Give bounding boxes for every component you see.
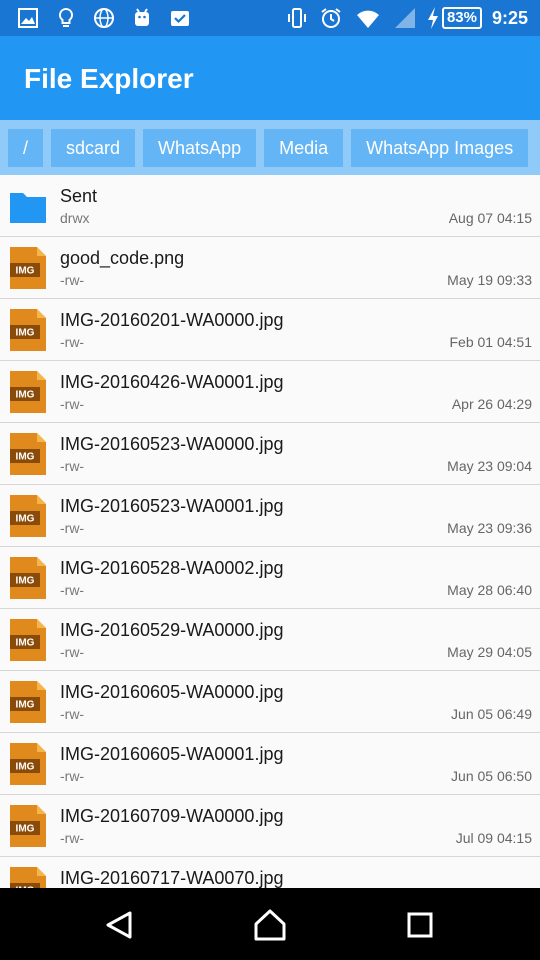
- file-date: Aug 07 04:15: [448, 210, 532, 226]
- file-date: May 23 09:36: [447, 520, 532, 536]
- wifi-icon: [356, 10, 379, 28]
- file-icon-label: IMG: [16, 328, 35, 339]
- image-file-icon: IMG: [10, 743, 46, 785]
- file-date: May 28 06:40: [447, 582, 532, 598]
- file-name: IMG-20160605-WA0001.jpg: [60, 744, 284, 764]
- file-name: IMG-20160426-WA0001.jpg: [60, 372, 284, 392]
- list-item[interactable]: IMG IMG-20160523-WA0000.jpg -rw- May 23 …: [0, 423, 540, 485]
- battery-indicator: 83%: [427, 6, 482, 30]
- list-item[interactable]: IMG IMG-20160605-WA0000.jpg -rw- Jun 05 …: [0, 671, 540, 733]
- file-permissions: -rw-: [60, 458, 85, 474]
- breadcrumb-media[interactable]: Media: [264, 128, 344, 167]
- file-date: Jun 05 06:49: [451, 706, 532, 722]
- file-icon-label: IMG: [16, 700, 35, 711]
- file-date: Feb 01 04:51: [449, 334, 532, 350]
- image-file-icon: IMG: [10, 867, 46, 888]
- breadcrumb: / sdcard WhatsApp Media WhatsApp Images: [0, 120, 540, 175]
- alarm-icon: [321, 8, 341, 28]
- tasks-icon: [171, 11, 189, 26]
- file-permissions: drwx: [60, 210, 90, 226]
- file-name: IMG-20160201-WA0000.jpg: [60, 310, 284, 330]
- navigation-bar: [0, 888, 540, 960]
- file-icon-label: IMG: [16, 576, 35, 587]
- app-title: File Explorer: [24, 63, 194, 94]
- recents-icon[interactable]: [403, 908, 437, 942]
- breadcrumb-sdcard[interactable]: sdcard: [51, 128, 136, 167]
- breadcrumb-root[interactable]: /: [8, 128, 44, 167]
- file-date: Apr 26 04:29: [451, 396, 532, 412]
- file-date: May 19 09:33: [447, 272, 532, 288]
- file-permissions: -rw-: [60, 644, 85, 660]
- notification-icons: [16, 6, 192, 30]
- list-item[interactable]: IMG IMG-20160201-WA0000.jpg -rw- Feb 01 …: [0, 299, 540, 361]
- file-name: IMG-20160528-WA0002.jpg: [60, 558, 284, 578]
- bulb-icon: [58, 7, 74, 27]
- file-permissions: -rw-: [60, 582, 85, 598]
- file-permissions: -rw-: [60, 706, 85, 722]
- home-icon[interactable]: [253, 908, 287, 942]
- charging-icon: [427, 7, 438, 29]
- vibrate-icon: [287, 8, 306, 28]
- status-bar: 83% 9:25: [0, 0, 540, 36]
- file-name: good_code.png: [60, 248, 185, 268]
- file-date: Jul 09 04:15: [455, 830, 532, 846]
- file-name: Sent: [60, 186, 98, 206]
- file-icon-label: IMG: [16, 762, 35, 773]
- file-name: IMG-20160529-WA0000.jpg: [60, 620, 284, 640]
- image-file-icon: IMG: [10, 433, 46, 475]
- file-date: May 23 09:04: [447, 458, 532, 474]
- list-item[interactable]: IMG IMG-20160529-WA0000.jpg -rw- May 29 …: [0, 609, 540, 671]
- battery-percent: 83%: [441, 7, 482, 29]
- android-icon: [135, 8, 149, 26]
- list-item[interactable]: IMG IMG-20160605-WA0001.jpg -rw- Jun 05 …: [0, 733, 540, 795]
- file-date: May 29 04:05: [447, 644, 532, 660]
- image-file-icon: IMG: [10, 247, 46, 289]
- image-file-icon: IMG: [10, 309, 46, 351]
- breadcrumb-whatsapp-images[interactable]: WhatsApp Images: [351, 128, 529, 167]
- file-name: IMG-20160605-WA0000.jpg: [60, 682, 284, 702]
- image-file-icon: IMG: [10, 805, 46, 847]
- file-permissions: -rw-: [60, 272, 85, 288]
- globe-icon: [94, 8, 114, 28]
- folder-icon: [10, 193, 46, 223]
- status-time: 9:25: [491, 8, 528, 28]
- list-item[interactable]: IMG IMG-20160523-WA0001.jpg -rw- May 23 …: [0, 485, 540, 547]
- status-icons: 83% 9:25: [285, 4, 528, 32]
- list-item[interactable]: IMG good_code.png -rw- May 19 09:33: [0, 237, 540, 299]
- file-icon-label: IMG: [16, 452, 35, 463]
- image-icon: [18, 8, 38, 28]
- signal-icon: [394, 8, 415, 28]
- file-name: IMG-20160709-WA0000.jpg: [60, 806, 284, 826]
- file-icon-label: IMG: [16, 514, 35, 525]
- file-name: IMG-20160717-WA0070.jpg: [60, 868, 284, 888]
- image-file-icon: IMG: [10, 371, 46, 413]
- image-file-icon: IMG: [10, 681, 46, 723]
- file-icon-label: IMG: [16, 390, 35, 401]
- image-file-icon: IMG: [10, 495, 46, 537]
- file-list: Sent drwx Aug 07 04:15 IMG good_code.png…: [0, 175, 540, 888]
- list-item[interactable]: IMG IMG-20160426-WA0001.jpg -rw- Apr 26 …: [0, 361, 540, 423]
- file-name: IMG-20160523-WA0001.jpg: [60, 496, 284, 516]
- list-item[interactable]: IMG IMG-20160709-WA0000.jpg -rw- Jul 09 …: [0, 795, 540, 857]
- breadcrumb-whatsapp[interactable]: WhatsApp: [143, 128, 257, 167]
- list-item[interactable]: IMG IMG-20160717-WA0070.jpg: [0, 857, 540, 888]
- file-permissions: -rw-: [60, 334, 85, 350]
- file-name: IMG-20160523-WA0000.jpg: [60, 434, 284, 454]
- file-icon-label: IMG: [16, 266, 35, 277]
- list-item[interactable]: IMG IMG-20160528-WA0002.jpg -rw- May 28 …: [0, 547, 540, 609]
- file-permissions: -rw-: [60, 768, 85, 784]
- image-file-icon: IMG: [10, 619, 46, 661]
- file-icon-label: IMG: [16, 638, 35, 649]
- app-bar: File Explorer: [0, 36, 540, 120]
- list-item[interactable]: Sent drwx Aug 07 04:15: [0, 175, 540, 237]
- image-file-icon: IMG: [10, 557, 46, 599]
- back-icon[interactable]: [102, 908, 136, 942]
- file-permissions: -rw-: [60, 520, 85, 536]
- file-permissions: -rw-: [60, 830, 85, 846]
- file-icon-label: IMG: [16, 824, 35, 835]
- file-permissions: -rw-: [60, 396, 85, 412]
- file-date: Jun 05 06:50: [451, 768, 532, 784]
